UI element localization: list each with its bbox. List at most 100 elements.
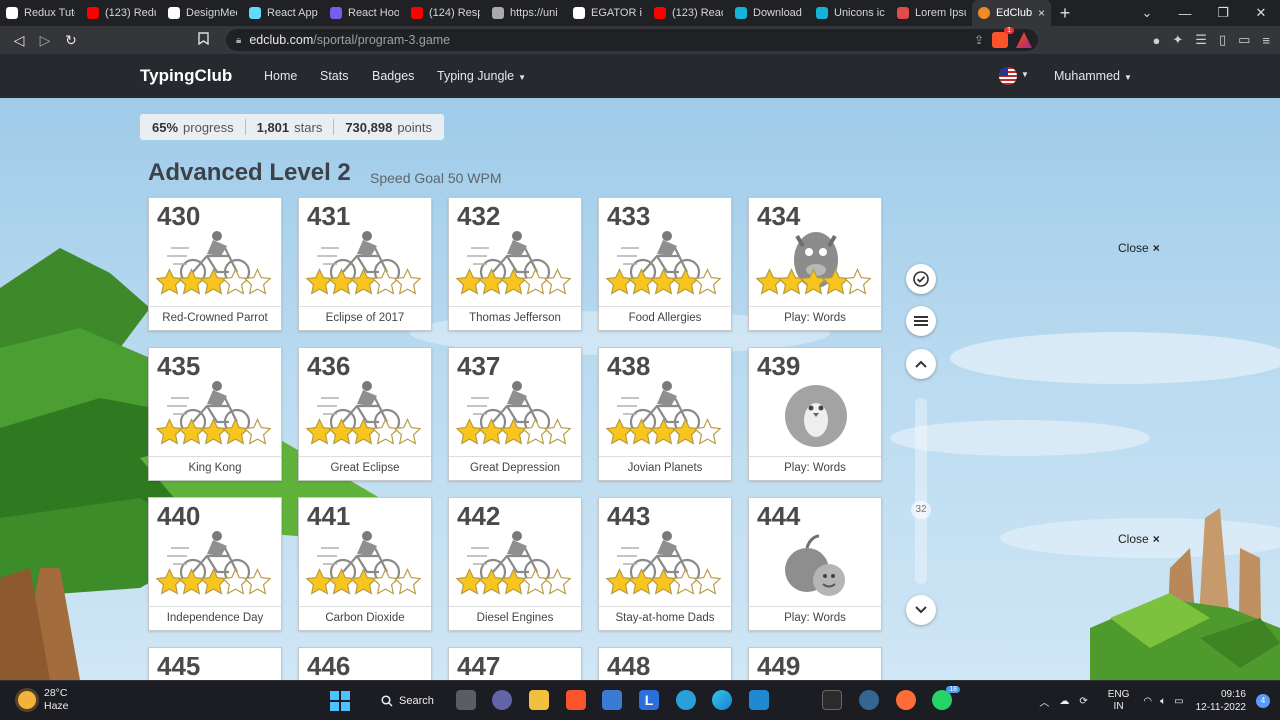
browser-tab[interactable]: https://uni xyxy=(486,0,567,26)
clock[interactable]: 09:16 12-11-2022 xyxy=(1196,688,1246,714)
tab-label: EdClub xyxy=(996,7,1032,19)
nav-typing-jungle[interactable]: Typing Jungle ▼ xyxy=(437,69,526,83)
lesson-card[interactable]: 437 Great Depression xyxy=(448,347,582,481)
browser-tab[interactable]: EGATOR is xyxy=(567,0,648,26)
lesson-card[interactable]: 432 Thomas Jefferson xyxy=(448,197,582,331)
star-icon xyxy=(177,418,206,445)
onedrive-icon[interactable]: ☁ xyxy=(1059,696,1069,707)
app-l-icon[interactable]: L xyxy=(639,690,659,710)
chat-icon[interactable] xyxy=(492,690,512,710)
reload-icon[interactable]: ↻ xyxy=(58,32,84,49)
minimize-icon[interactable]: — xyxy=(1166,6,1204,21)
chevron-down-icon[interactable]: ▼ xyxy=(1021,70,1029,79)
list-menu-icon[interactable] xyxy=(906,306,936,336)
wifi-icon[interactable]: ◠ xyxy=(1143,696,1152,707)
close-ad-top[interactable]: Close × xyxy=(1118,241,1160,255)
browser-tab[interactable]: DesignMed xyxy=(162,0,243,26)
tab-search-icon[interactable]: ⌄ xyxy=(1128,5,1166,21)
edge-icon[interactable] xyxy=(712,690,732,710)
lesson-card[interactable]: 433 Food Allergies xyxy=(598,197,732,331)
tab-close-icon[interactable]: × xyxy=(1038,6,1045,20)
lesson-card[interactable]: 448 xyxy=(598,647,732,680)
maximize-icon[interactable]: ❐ xyxy=(1204,5,1242,21)
bookmark-icon[interactable] xyxy=(196,32,210,48)
language-indicator[interactable]: ENG IN xyxy=(1108,689,1130,713)
back-icon[interactable]: ◁ xyxy=(6,32,32,49)
lesson-card[interactable]: 431 Eclipse of 2017 xyxy=(298,197,432,331)
system-tray: ︿ ☁ ⟳ ENG IN ◠ 🔈︎ ▭ 09:16 12-11-2022 4 xyxy=(1039,681,1280,720)
tab-label: React Hook xyxy=(348,7,399,19)
tab-label: (123) React xyxy=(672,7,723,19)
browser-tab[interactable]: (123) React xyxy=(648,0,729,26)
battery-icon[interactable]: ▭ xyxy=(1174,696,1183,707)
lesson-card[interactable]: 434 Play: Words xyxy=(748,197,882,331)
user-menu[interactable]: Muhammed ▼ xyxy=(1054,69,1132,83)
postgres-icon[interactable] xyxy=(859,690,879,710)
checkmark-circle-icon[interactable] xyxy=(906,264,936,294)
forward-icon[interactable]: ▷ xyxy=(32,32,58,49)
new-tab-button[interactable]: + xyxy=(1051,3,1079,24)
lesson-card[interactable]: 442 Diesel Engines xyxy=(448,497,582,631)
close-window-icon[interactable]: ✕ xyxy=(1242,5,1280,21)
language-flag-icon[interactable] xyxy=(999,67,1017,85)
nav-home[interactable]: Home xyxy=(264,69,297,83)
lesson-card[interactable]: 435 King Kong xyxy=(148,347,282,481)
lesson-card[interactable]: 440 Independence Day xyxy=(148,497,282,631)
browser-tab[interactable]: Unicons ico xyxy=(810,0,891,26)
browser-tab-active[interactable]: EdClub × xyxy=(972,0,1051,26)
bicycle-rider-icon xyxy=(599,378,731,456)
browser-tab[interactable]: React Hook xyxy=(324,0,405,26)
sidebar-icon[interactable]: ▯ xyxy=(1219,32,1226,48)
lesson-card[interactable]: 430 Red-Crowned Parrot xyxy=(148,197,282,331)
nav-badges[interactable]: Badges xyxy=(372,69,414,83)
terminal-icon[interactable] xyxy=(822,690,842,710)
scroll-down-button[interactable] xyxy=(906,595,936,625)
volume-icon[interactable]: 🔈︎ xyxy=(1160,696,1166,707)
whatsapp-icon[interactable]: 18 xyxy=(932,686,960,710)
browser-tab[interactable]: (124) Resp xyxy=(405,0,486,26)
lesson-card[interactable]: 441 Carbon Dioxide xyxy=(298,497,432,631)
scroll-up-button[interactable] xyxy=(906,349,936,379)
notification-badge[interactable]: 4 xyxy=(1256,694,1270,708)
site-logo[interactable]: TypingClub xyxy=(140,66,232,86)
lesson-card[interactable]: 438 Jovian Planets xyxy=(598,347,732,481)
browser-tab[interactable]: (123) Redu xyxy=(81,0,162,26)
browser-tab[interactable]: Redux Tuto xyxy=(0,0,81,26)
lesson-card[interactable]: 449 xyxy=(748,647,882,680)
task-view-icon[interactable] xyxy=(456,690,476,710)
chevron-up-icon[interactable]: ︿ xyxy=(1039,694,1049,709)
lesson-card[interactable]: 443 Stay-at-home Dads xyxy=(598,497,732,631)
vscode-icon[interactable] xyxy=(749,690,769,710)
reading-list-icon[interactable]: ☰ xyxy=(1195,32,1207,48)
weather-widget[interactable]: 28°C Haze xyxy=(18,687,69,713)
share-icon[interactable]: ⇪ xyxy=(974,33,984,47)
level-scrollbar[interactable] xyxy=(915,398,927,584)
lesson-card[interactable]: 444 Play: Words xyxy=(748,497,882,631)
lesson-card[interactable]: 436 Great Eclipse xyxy=(298,347,432,481)
menu-icon[interactable]: ≡ xyxy=(1262,33,1270,48)
bicycle-rider-icon xyxy=(149,528,281,606)
telegram-icon[interactable] xyxy=(676,690,696,710)
sync-icon[interactable]: ⟳ xyxy=(1079,696,1087,707)
close-ad-bottom[interactable]: Close × xyxy=(1118,532,1160,546)
lesson-card[interactable]: 446 xyxy=(298,647,432,680)
lesson-card[interactable]: 447 xyxy=(448,647,582,680)
brave-browser-icon[interactable] xyxy=(566,690,586,710)
lesson-card[interactable]: 445 xyxy=(148,647,282,680)
wallet-icon[interactable]: ▭ xyxy=(1238,32,1250,48)
browser-tab[interactable]: React App xyxy=(243,0,324,26)
postman-icon[interactable] xyxy=(896,690,916,710)
lesson-card[interactable]: 439 Play: Words xyxy=(748,347,882,481)
nav-stats[interactable]: Stats xyxy=(320,69,349,83)
brave-rewards-icon[interactable]: 2 xyxy=(1016,32,1032,48)
puzzle-icon[interactable]: ✦ xyxy=(1172,32,1183,48)
taskbar-search[interactable]: Search xyxy=(373,690,442,712)
start-button[interactable] xyxy=(330,691,350,711)
address-bar[interactable]: 🔒︎ edclub.com/sportal/program-3.game ⇪ 1… xyxy=(226,27,1038,51)
browser-tab[interactable]: Download xyxy=(729,0,810,26)
extension-icon[interactable]: ● xyxy=(1153,33,1161,48)
file-explorer-icon[interactable] xyxy=(529,690,549,710)
browser-tab[interactable]: Lorem Ipsu xyxy=(891,0,972,26)
brave-shields-icon[interactable]: 1 xyxy=(992,27,1014,48)
store-icon[interactable] xyxy=(602,690,622,710)
